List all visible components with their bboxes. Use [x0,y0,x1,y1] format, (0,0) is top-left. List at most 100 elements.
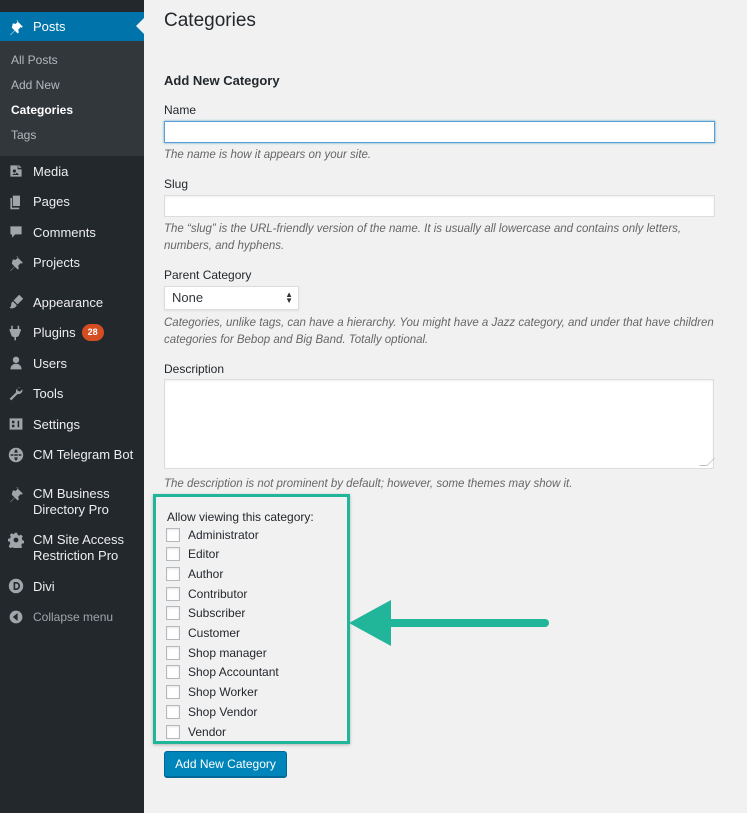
slug-input[interactable] [164,195,715,217]
role-checkbox-row[interactable]: Administrator [166,525,259,544]
role-checkbox-row[interactable]: Subscriber [166,604,245,623]
description-hint: The description is not prominent by defa… [164,478,573,490]
sidebar-item-label: Pages [33,194,70,210]
resize-grip-icon[interactable] [699,458,715,466]
users-icon [8,355,24,371]
role-checkbox-row[interactable]: Author [166,564,223,583]
slug-label: Slug [164,177,189,191]
role-checkbox-row[interactable]: Customer [166,624,240,643]
annotation-arrow-icon [349,600,549,646]
section-title: Add New Category [164,73,280,88]
collapse-menu-button[interactable]: Collapse menu [0,602,144,633]
sidebar-item-cm-site-access-restriction-pro[interactable]: CM Site Access Restriction Pro [0,525,144,571]
role-checkbox-row[interactable]: Vendor [166,722,226,741]
sidebar-item-label: Posts [33,19,66,34]
submenu-item-tags[interactable]: Tags [0,123,144,148]
sidebar-item-label: Settings [33,416,80,432]
category-access-box: Allow viewing this category: Administrat… [153,494,350,744]
media-icon [8,163,24,179]
sidebar-menu: Media Pages Comments Projects Appearance… [0,156,144,632]
role-checkbox[interactable] [166,724,180,739]
add-new-category-button[interactable]: Add New Category [164,751,287,777]
role-checkbox[interactable] [166,606,180,621]
submenu-item-categories[interactable]: Categories [0,98,144,123]
role-label: Administrator [188,527,259,542]
globe-icon [8,447,24,463]
sidebar-item-media[interactable]: Media [0,156,144,187]
role-label: Author [188,566,224,581]
sidebar-item-tools[interactable]: Tools [0,379,144,410]
role-checkbox[interactable] [166,527,180,542]
plugin-update-badge: 28 [81,324,104,342]
role-label: Shop manager [188,645,267,660]
sidebar-item-label: Users [33,355,67,371]
role-checkbox[interactable] [166,645,180,660]
sidebar-item-label: CM Telegram Bot [33,447,134,463]
sidebar-item-label: CM Business Directory Pro [33,486,110,517]
role-checkbox-row[interactable]: Shop Vendor [166,702,257,721]
sidebar-item-label: Tools [33,386,64,402]
sidebar-item-label: Comments [33,224,96,240]
sidebar-item-label: Media [33,163,69,179]
sidebar-item-cm-telegram-bot[interactable]: CM Telegram Bot [0,440,144,471]
role-checkbox-row[interactable]: Shop Worker [166,683,258,702]
role-label: Shop Worker [188,685,258,700]
role-checkbox[interactable] [166,685,180,700]
sidebar-item-projects[interactable]: Projects [0,248,144,279]
sidebar-item-label: Divi [33,578,55,594]
posts-submenu: All Posts Add New Categories Tags [0,41,144,156]
sidebar-item-label: CM Site Access Restriction Pro [33,532,125,563]
parent-category-value: None [172,290,204,305]
role-checkbox[interactable] [166,665,180,680]
sidebar-item-pages[interactable]: Pages [0,187,144,218]
description-label: Description [164,362,225,376]
role-label: Customer [188,626,241,640]
pin-icon [8,255,24,271]
sidebar-item-posts[interactable]: Posts [0,12,144,41]
sidebar-item-label: Plugins [33,325,76,341]
admin-sidebar: Posts All Posts Add New Categories Tags … [0,0,144,813]
pin-icon [8,19,24,35]
role-checkbox[interactable] [166,586,180,601]
description-textarea[interactable] [164,379,715,469]
pin-icon [8,486,24,502]
sidebar-item-comments[interactable]: Comments [0,217,144,248]
sidebar-item-users[interactable]: Users [0,348,144,379]
parent-category-hint: Categories, unlike tags, can have a hier… [164,317,714,346]
parent-category-select[interactable]: None ▲ ▼ [164,286,299,310]
role-checkbox-row[interactable]: Shop Accountant [166,663,279,682]
paintbrush-icon [8,294,24,310]
role-label: Vendor [188,724,227,739]
submenu-item-add-new[interactable]: Add New [0,73,144,98]
submenu-item-all-posts[interactable]: All Posts [0,48,144,73]
slug-hint: The “slug” is the URL-friendly version o… [164,223,682,252]
menu-separator [0,278,144,287]
role-checkbox[interactable] [166,704,180,719]
collapse-menu-label: Collapse menu [33,609,114,624]
pages-icon [8,194,24,210]
page-title: Categories [164,10,256,31]
sidebar-item-plugins[interactable]: Plugins 28 [0,318,144,349]
role-label: Shop Vendor [188,704,258,719]
role-label: Contributor [188,586,248,601]
sidebar-item-settings[interactable]: Settings [0,409,144,440]
collapse-arrow-icon [8,609,24,625]
role-checkbox-row[interactable]: Contributor [166,584,247,603]
role-checkbox[interactable] [166,566,180,581]
sidebar-item-divi[interactable]: Divi [0,571,144,602]
parent-category-label: Parent Category [164,268,252,282]
role-label: Subscriber [188,606,246,621]
name-hint: The name is how it appears on your site. [164,149,372,161]
sidebar-item-cm-business-directory-pro[interactable]: CM Business Directory Pro [0,479,144,525]
select-arrows-icon: ▲ ▼ [285,290,293,305]
settings-icon [8,416,24,432]
role-checkbox[interactable] [166,547,180,562]
role-checkbox-row[interactable]: Shop manager [166,643,267,662]
role-label: Shop Accountant [188,665,279,680]
role-checkbox-row[interactable]: Editor [166,545,219,564]
name-label: Name [164,103,197,117]
sidebar-item-appearance[interactable]: Appearance [0,287,144,318]
role-checkbox[interactable] [166,626,180,640]
menu-separator [0,470,144,479]
name-input[interactable] [164,121,715,143]
